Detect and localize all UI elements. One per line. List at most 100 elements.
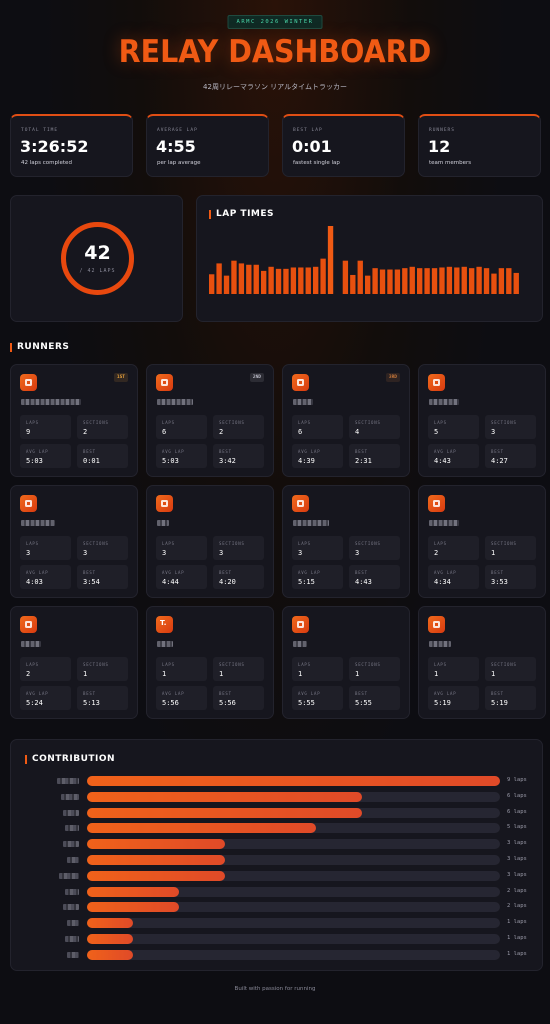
contribution-track xyxy=(87,855,500,865)
contribution-track xyxy=(87,886,500,897)
contribution-bar xyxy=(87,791,363,802)
runner-card[interactable]: LAPS 3 SECTIONS 3 AVG LAP 4:03 BEST 3:54 xyxy=(10,485,138,598)
avg-lap-cell: AVG LAP 5:03 xyxy=(156,444,207,468)
runner-card[interactable]: LAPS 3 SECTIONS 3 AVG LAP 4:44 BEST 4:20 xyxy=(146,485,274,598)
contribution-bar xyxy=(87,855,225,865)
runner-avatar: T. xyxy=(156,616,173,633)
cell-value: 4:20 xyxy=(219,578,236,586)
lap-bar xyxy=(446,266,453,294)
cell-label: AVG LAP xyxy=(162,691,185,696)
contribution-bar xyxy=(87,807,363,818)
avg-lap-cell: AVG LAP 4:44 xyxy=(156,565,207,589)
cell-label: LAPS xyxy=(162,420,175,425)
cell-label: AVG LAP xyxy=(26,570,49,575)
cell-label: BEST xyxy=(355,449,368,454)
best-lap-cell: BEST 5:55 xyxy=(349,686,400,710)
cell-label: LAPS xyxy=(298,420,311,425)
cell-value: 2 xyxy=(26,670,31,678)
runner-name-redacted xyxy=(429,641,451,647)
contribution-bar xyxy=(87,918,133,929)
cell-value: 4:43 xyxy=(434,457,451,465)
contribution-row: 1 laps xyxy=(11,949,544,960)
cell-label: LAPS xyxy=(298,541,311,546)
runner-avatar xyxy=(428,616,445,633)
contribution-track xyxy=(87,823,500,834)
contribution-value: 5 laps xyxy=(507,824,527,831)
best-lap-cell: BEST 4:20 xyxy=(213,565,264,589)
contribution-row: 6 laps xyxy=(11,807,544,818)
contribution-track xyxy=(87,902,500,913)
contributor-name-redacted xyxy=(57,778,79,784)
runner-card[interactable]: LAPS 2 SECTIONS 1 AVG LAP 4:34 BEST 3:53 xyxy=(418,485,546,598)
cell-label: SECTIONS xyxy=(355,420,381,425)
cell-label: LAPS xyxy=(434,662,447,667)
stat-label: RUNNERS xyxy=(429,128,455,133)
contribution-row: 9 laps xyxy=(11,776,544,786)
contribution-value: 2 laps xyxy=(507,903,527,910)
lap-bar xyxy=(454,267,460,294)
lap-bar xyxy=(320,258,326,294)
lap-bar xyxy=(469,268,475,294)
runner-name-redacted xyxy=(429,399,459,405)
runner-card[interactable]: T. LAPS 1 SECTIONS 1 AVG LAP 5:56 BEST 5:56 xyxy=(146,606,274,719)
contribution-row: 2 laps xyxy=(11,886,544,897)
cell-value: 4:44 xyxy=(162,578,179,586)
laps-completed-count: 42 xyxy=(84,242,111,264)
lap-bar xyxy=(431,268,438,294)
runner-avatar xyxy=(20,616,37,633)
best-lap-cell: BEST 2:31 xyxy=(349,444,400,468)
cell-value: 1 xyxy=(298,670,303,678)
avg-lap-cell: AVG LAP 5:19 xyxy=(428,686,479,710)
best-lap-cell: BEST 0:01 xyxy=(77,444,128,468)
cell-label: SECTIONS xyxy=(491,541,517,546)
best-lap-cell: BEST 3:54 xyxy=(77,565,128,589)
cell-value: 3 xyxy=(83,549,88,557)
page-subtitle: 42周リレーマラソン リアルタイムトラッカー xyxy=(203,83,347,91)
runner-card[interactable]: LAPS 3 SECTIONS 3 AVG LAP 5:15 BEST 4:43 xyxy=(282,485,410,598)
lap-bar xyxy=(357,260,363,294)
cell-label: LAPS xyxy=(162,662,175,667)
cell-value: 1 xyxy=(434,670,439,678)
contribution-track xyxy=(87,870,500,881)
cell-value: 3:54 xyxy=(83,578,100,586)
stat-value: 3:26:52 xyxy=(20,137,89,156)
contribution-row: 1 laps xyxy=(11,934,544,944)
rank-badge: 1ST xyxy=(113,373,128,382)
cell-value: 1 xyxy=(162,670,167,678)
stat-card-average-lap: AVERAGE LAP 4:55 per lap average xyxy=(146,114,269,177)
contribution-value: 9 laps xyxy=(507,777,527,783)
runner-card[interactable]: LAPS 1 SECTIONS 1 AVG LAP 5:19 BEST 5:19 xyxy=(418,606,546,719)
cell-label: AVG LAP xyxy=(162,570,185,575)
laps-cell: LAPS 3 xyxy=(292,536,343,560)
runner-card[interactable]: 2ND LAPS 6 SECTIONS 2 AVG LAP 5:03 BEST 3:42 xyxy=(146,364,274,477)
lap-bar xyxy=(513,272,519,294)
event-badge: ARMC 2026 WINTER xyxy=(227,15,323,29)
lap-bar xyxy=(238,263,245,294)
contribution-track xyxy=(87,918,500,929)
contributor-name-redacted xyxy=(67,920,79,927)
runner-card[interactable]: LAPS 1 SECTIONS 1 AVG LAP 5:55 BEST 5:55 xyxy=(282,606,410,719)
lap-times-chart xyxy=(209,226,519,294)
cell-value: 5:24 xyxy=(26,699,43,707)
cell-label: SECTIONS xyxy=(83,420,109,425)
best-lap-cell: BEST 5:56 xyxy=(213,686,264,710)
runner-card[interactable]: 1ST LAPS 9 SECTIONS 2 AVG LAP 5:03 BEST 0:01 xyxy=(10,364,138,477)
cell-value: 9 xyxy=(26,428,31,436)
runner-card[interactable]: 3RD LAPS 6 SECTIONS 4 AVG LAP 4:39 BEST 2:31 xyxy=(282,364,410,477)
contribution-value: 2 laps xyxy=(507,887,527,894)
contribution-row: 5 laps xyxy=(11,823,544,834)
lap-bar xyxy=(461,266,467,294)
stat-value: 12 xyxy=(428,137,451,156)
contribution-track xyxy=(87,807,500,818)
contributor-name-redacted xyxy=(67,857,79,863)
lap-bar xyxy=(476,266,482,294)
runner-card[interactable]: LAPS 5 SECTIONS 3 AVG LAP 4:43 BEST 4:27 xyxy=(418,364,546,477)
sections-cell: SECTIONS 3 xyxy=(349,536,400,560)
lap-times-card: LAP TIMES xyxy=(196,195,543,322)
contribution-track xyxy=(87,949,500,960)
lap-bar xyxy=(402,268,408,294)
cell-value: 3 xyxy=(219,549,224,557)
runner-name-redacted xyxy=(293,399,313,405)
cell-label: LAPS xyxy=(26,420,39,425)
runner-card[interactable]: LAPS 2 SECTIONS 1 AVG LAP 5:24 BEST 5:13 xyxy=(10,606,138,719)
